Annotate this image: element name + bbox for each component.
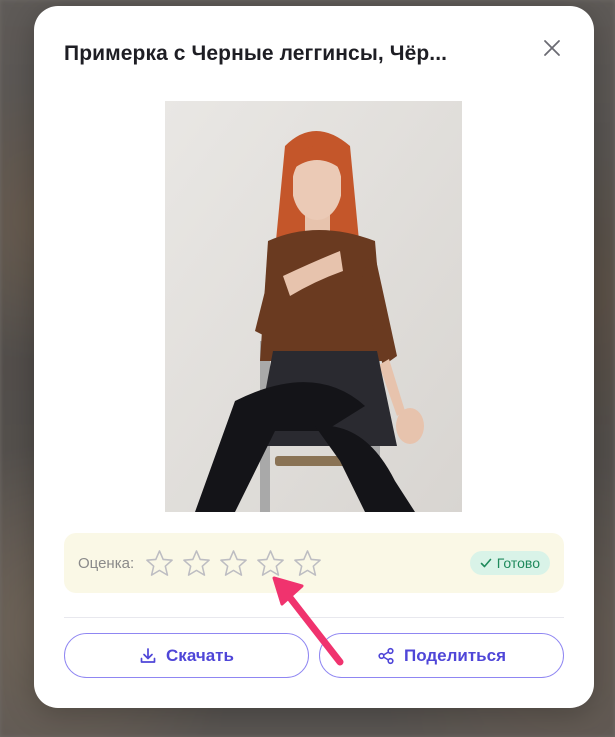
status-badge: Готово xyxy=(469,551,550,575)
modal-title: Примерка с Черные леггинсы, Чёр... xyxy=(64,42,448,65)
share-button-label: Поделиться xyxy=(403,645,507,665)
star-2-icon[interactable] xyxy=(181,548,212,579)
divider xyxy=(64,617,564,618)
download-button[interactable]: Скачать xyxy=(64,633,309,678)
star-3-icon[interactable] xyxy=(218,548,249,579)
star-1-icon[interactable] xyxy=(144,548,175,579)
share-button[interactable]: Поделиться xyxy=(319,633,564,678)
download-button-label: Скачать xyxy=(166,645,234,665)
check-icon xyxy=(480,558,492,568)
close-button[interactable] xyxy=(540,36,564,60)
share-icon xyxy=(378,647,394,664)
rating-label: Оценка: xyxy=(78,554,135,572)
star-5-icon[interactable] xyxy=(292,548,323,579)
star-rating xyxy=(144,548,323,579)
download-icon xyxy=(140,647,156,663)
star-4-icon[interactable] xyxy=(255,548,286,579)
rating-panel: Оценка: Готово xyxy=(64,533,564,593)
try-on-photo xyxy=(165,101,462,512)
status-badge-label: Готово xyxy=(496,555,540,571)
close-icon xyxy=(544,40,560,56)
try-on-modal: Примерка с Черные леггинсы, Чёр... Оценк… xyxy=(34,6,594,708)
